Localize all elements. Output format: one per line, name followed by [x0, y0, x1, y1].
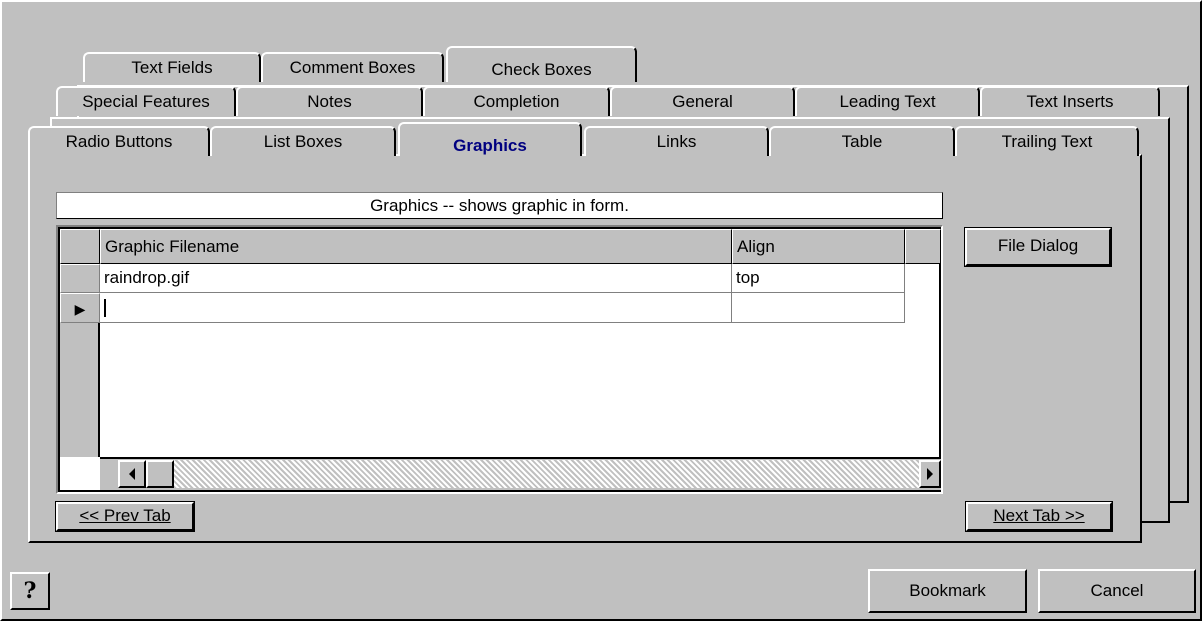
grid-corner-header	[60, 229, 100, 264]
tab-radio-buttons[interactable]: Radio Buttons	[28, 126, 210, 156]
cell-filename-edit[interactable]	[100, 293, 732, 323]
tab-links[interactable]: Links	[584, 126, 769, 156]
question-mark-icon: ?	[23, 578, 37, 604]
file-dialog-button[interactable]: File Dialog	[964, 227, 1112, 267]
column-header-filename[interactable]: Graphic Filename	[100, 229, 732, 264]
next-tab-button[interactable]: Next Tab >>	[965, 501, 1113, 532]
tab-label: Table	[841, 132, 883, 151]
tab-graphics[interactable]: Graphics	[398, 122, 582, 156]
tab-label: Leading Text	[839, 92, 936, 111]
description-bar: Graphics -- shows graphic in form.	[56, 192, 943, 219]
description-text: Graphics -- shows graphic in form.	[370, 196, 629, 215]
tab-special-features[interactable]: Special Features	[56, 86, 236, 116]
tab-notes[interactable]: Notes	[236, 86, 423, 116]
row-selector-current[interactable]: ▶	[60, 293, 100, 323]
tab-label: Radio Buttons	[65, 132, 173, 151]
row-selector-column	[60, 323, 100, 457]
tab-list-boxes[interactable]: List Boxes	[210, 126, 396, 156]
tab-label: Text Inserts	[1026, 92, 1114, 111]
left-arrow-icon	[129, 468, 135, 480]
tab-label: Links	[656, 132, 697, 151]
right-arrow-icon	[927, 468, 933, 480]
tab-label: General	[672, 92, 733, 111]
cell-filename[interactable]: raindrop.gif	[100, 264, 732, 293]
tab-label: Trailing Text	[1001, 132, 1093, 151]
tab-completion[interactable]: Completion	[423, 86, 610, 116]
tab-label: Graphics	[453, 136, 527, 155]
tab-label: Notes	[307, 92, 352, 111]
scroll-track[interactable]	[174, 460, 919, 488]
column-header-empty	[905, 229, 941, 264]
scroll-thumb[interactable]	[146, 460, 174, 488]
tab-comment-boxes[interactable]: Comment Boxes	[261, 52, 444, 82]
cell-align-edit[interactable]	[732, 293, 905, 323]
tab-label: Text Fields	[131, 58, 213, 77]
tab-text-fields[interactable]: Text Fields	[83, 52, 261, 82]
tab-table[interactable]: Table	[769, 126, 955, 156]
graphics-grid[interactable]: Graphic Filename Align raindrop.gif top …	[56, 225, 943, 494]
grid-body: Graphic Filename Align raindrop.gif top …	[58, 227, 941, 492]
row-selector[interactable]	[60, 264, 100, 293]
tab-label: Check Boxes	[491, 60, 592, 79]
tab-label: Comment Boxes	[289, 58, 416, 77]
tab-label: Special Features	[82, 92, 210, 111]
tab-text-inserts[interactable]: Text Inserts	[980, 86, 1160, 116]
help-button[interactable]: ?	[10, 572, 50, 610]
scroll-left-button[interactable]	[118, 460, 146, 488]
text-cursor	[104, 298, 106, 317]
bookmark-button[interactable]: Bookmark	[868, 569, 1027, 613]
column-header-align[interactable]: Align	[732, 229, 905, 264]
tab-label: Completion	[473, 92, 560, 111]
tab-leading-text[interactable]: Leading Text	[795, 86, 980, 116]
current-row-arrow-icon: ▶	[74, 301, 86, 317]
horizontal-scrollbar[interactable]	[100, 457, 941, 490]
tab-trailing-text[interactable]: Trailing Text	[955, 126, 1139, 156]
tab-general[interactable]: General	[610, 86, 795, 116]
cancel-button[interactable]: Cancel	[1038, 569, 1196, 613]
cell-align[interactable]: top	[732, 264, 905, 293]
tab-label: List Boxes	[263, 132, 343, 151]
scroll-right-button[interactable]	[919, 460, 941, 488]
prev-tab-button[interactable]: << Prev Tab	[55, 501, 195, 532]
tab-check-boxes[interactable]: Check Boxes	[446, 46, 637, 82]
